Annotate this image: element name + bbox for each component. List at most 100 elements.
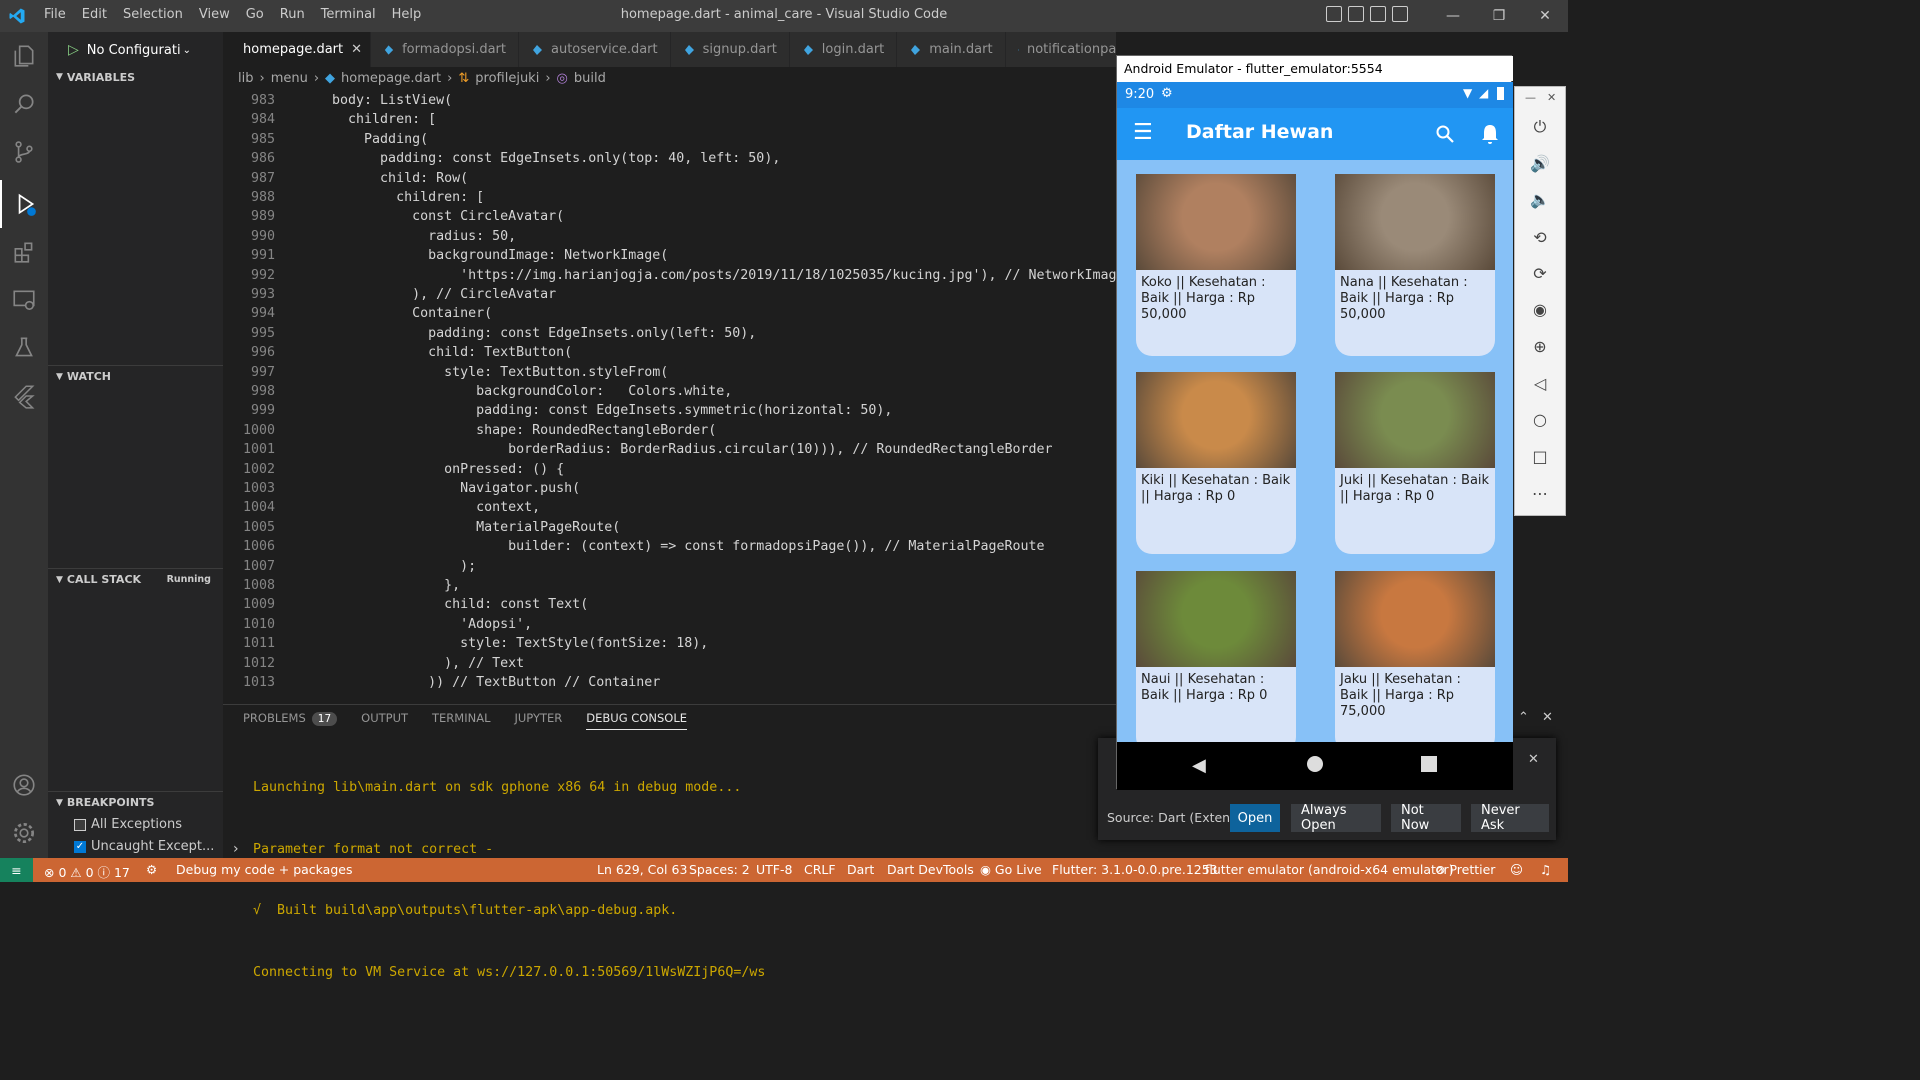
variables-section[interactable]: ▼ VARIABLES (48, 66, 223, 88)
debug-mode-status[interactable]: Debug my code + packages (176, 862, 352, 877)
flutter-icon[interactable] (0, 372, 48, 420)
search-icon[interactable] (1435, 124, 1455, 144)
maximize-panel-icon[interactable]: ⌃ (1518, 710, 1529, 725)
home-icon[interactable]: ○ (1528, 407, 1552, 431)
extensions-icon[interactable] (0, 228, 48, 276)
testing-icon[interactable] (0, 324, 48, 372)
camera-icon[interactable]: ◉ (1528, 297, 1552, 321)
go-live-button[interactable]: ◉ Go Live (980, 862, 1042, 877)
panel-tab-jupyter[interactable]: JUPYTER (515, 711, 563, 730)
rotate-right-icon[interactable]: ⟳ (1528, 261, 1552, 285)
back-icon[interactable]: ◀ (1192, 755, 1206, 776)
code-line[interactable]: 989 const CircleAvatar( (223, 209, 1116, 228)
close-notification-icon[interactable]: ✕ (1528, 752, 1539, 767)
toggle-secondary-sidebar-icon[interactable] (1370, 6, 1386, 22)
remote-indicator-icon[interactable]: ≡ (0, 858, 33, 882)
call-stack-section[interactable]: ▼ CALL STACK Running (48, 568, 223, 590)
code-line[interactable]: 992 'https://img.harianjogja.com/posts/2… (223, 268, 1116, 287)
animal-card[interactable]: Jaku || Kesehatan : Baik || Harga : Rp 7… (1335, 571, 1495, 753)
code-line[interactable]: 983 body: ListView( (223, 93, 1116, 112)
run-debug-icon[interactable] (0, 180, 48, 228)
not-now-button[interactable]: Not Now (1391, 803, 1461, 833)
settings-gear-icon[interactable] (0, 809, 48, 857)
menu-run[interactable]: Run (272, 7, 313, 22)
menu-file[interactable]: File (36, 7, 74, 22)
breadcrumb-lib[interactable]: lib (238, 71, 253, 86)
menu-view[interactable]: View (191, 7, 238, 22)
code-line[interactable]: 1011 style: TextStyle(fontSize: 18), (223, 636, 1116, 655)
cursor-position[interactable]: Ln 629, Col 63 (597, 862, 687, 877)
code-line[interactable]: 986 padding: const EdgeInsets.only(top: … (223, 151, 1116, 170)
device-status[interactable]: flutter emulator (android-x64 emulator) (1205, 862, 1454, 877)
close-icon[interactable]: ✕ (1547, 91, 1556, 104)
minimize-icon[interactable]: — (1525, 91, 1536, 104)
breadcrumb-file[interactable]: homepage.dart (341, 71, 441, 86)
tab-signup[interactable]: signup.dart (670, 32, 790, 67)
code-line[interactable]: 1010 'Adopsi', (223, 617, 1116, 636)
breakpoints-section[interactable]: ▼ BREAKPOINTS (48, 791, 223, 813)
toggle-sidebar-icon[interactable] (1326, 6, 1342, 22)
home-icon[interactable] (1307, 756, 1323, 772)
prettier-status[interactable]: ⊘ Prettier (1435, 862, 1495, 877)
power-icon[interactable]: ⏻ (1528, 115, 1552, 139)
tab-homepage[interactable]: homepage.dart ✕ (223, 32, 371, 67)
open-button[interactable]: Open (1230, 804, 1280, 832)
breadcrumb-method[interactable]: build (574, 71, 606, 86)
back-icon[interactable]: ◁ (1528, 371, 1552, 395)
menu-go[interactable]: Go (238, 7, 272, 22)
encoding-status[interactable]: UTF-8 (756, 862, 792, 877)
close-panel-icon[interactable]: ✕ (1542, 710, 1553, 725)
code-line[interactable]: 985 Padding( (223, 132, 1116, 151)
animal-card[interactable]: Naui || Kesehatan : Baik || Harga : Rp 0 (1136, 571, 1296, 753)
overview-icon[interactable]: □ (1528, 444, 1552, 468)
account-icon[interactable] (0, 761, 48, 809)
search-icon[interactable] (0, 80, 48, 128)
minimize-icon[interactable]: — (1430, 0, 1476, 32)
menu-selection[interactable]: Selection (115, 7, 191, 22)
phone-screen[interactable]: 9:20 ⚙ ▼ ◢ ☰ Daftar Hewan Koko || Keseha… (1117, 82, 1513, 790)
menu-help[interactable]: Help (384, 7, 430, 22)
notifications-bell-icon[interactable]: ♫ (1540, 862, 1551, 877)
close-tab-icon[interactable]: ✕ (351, 42, 362, 57)
checkbox-unchecked[interactable] (74, 818, 86, 831)
close-window-icon[interactable]: ✕ (1522, 0, 1568, 32)
tab-autoservice[interactable]: autoservice.dart (519, 32, 671, 67)
panel-tab-debug-console[interactable]: DEBUG CONSOLE (586, 711, 688, 730)
code-line[interactable]: 1003 Navigator.push( (223, 481, 1116, 500)
restore-icon[interactable]: ❐ (1476, 0, 1522, 32)
rotate-left-icon[interactable]: ⟲ (1528, 225, 1552, 249)
code-line[interactable]: 995 padding: const EdgeInsets.only(left:… (223, 326, 1116, 345)
code-line[interactable]: 999 padding: const EdgeInsets.symmetric(… (223, 403, 1116, 422)
never-ask-button[interactable]: Never Ask (1471, 803, 1549, 833)
code-line[interactable]: 1008 }, (223, 578, 1116, 597)
animal-card[interactable]: Koko || Kesehatan : Baik || Harga : Rp 5… (1136, 174, 1296, 356)
code-line[interactable]: 1012 ), // Text (223, 656, 1116, 675)
menu-edit[interactable]: Edit (74, 7, 115, 22)
animal-card[interactable]: Juki || Kesehatan : Baik || Harga : Rp 0 (1335, 372, 1495, 554)
flutter-version-status[interactable]: Flutter: 3.1.0-0.0.pre.1253 (1052, 862, 1218, 877)
code-line[interactable]: 991 backgroundImage: NetworkImage( (223, 248, 1116, 267)
animal-card[interactable]: Kiki || Kesehatan : Baik || Harga : Rp 0 (1136, 372, 1296, 554)
tab-main[interactable]: main.dart (897, 32, 1006, 67)
volume-down-icon[interactable]: 🔈 (1528, 187, 1552, 211)
start-debug-icon[interactable]: ▷ (68, 42, 79, 58)
problems-status[interactable]: ⊗ 0 ⚠ 0 ⓘ 17 (44, 862, 130, 881)
code-line[interactable]: 994 Container( (223, 306, 1116, 325)
breakpoint-uncaught-exceptions[interactable]: ✓ Uncaught Except... (74, 839, 214, 854)
panel-tab-terminal[interactable]: TERMINAL (432, 711, 490, 730)
volume-up-icon[interactable]: 🔊 (1528, 151, 1552, 175)
checkbox-checked[interactable]: ✓ (74, 840, 86, 853)
source-control-icon[interactable] (0, 128, 48, 176)
watch-section[interactable]: ▼ WATCH (48, 365, 223, 387)
hamburger-menu-icon[interactable]: ☰ (1133, 120, 1153, 145)
menu-terminal[interactable]: Terminal (313, 7, 384, 22)
panel-tab-problems[interactable]: PROBLEMS 17 (243, 711, 338, 730)
tab-formadopsi[interactable]: formadopsi.dart (371, 32, 519, 67)
code-line[interactable]: 1013 )) // TextButton // Container (223, 675, 1116, 694)
code-line[interactable]: 996 child: TextButton( (223, 345, 1116, 364)
breadcrumb-menu[interactable]: menu (271, 71, 308, 86)
code-line[interactable]: 998 backgroundColor: Colors.white, (223, 384, 1116, 403)
feedback-icon[interactable]: ☺ (1510, 862, 1523, 877)
code-line[interactable]: 1006 builder: (context) => const formado… (223, 539, 1116, 558)
code-line[interactable]: 988 children: [ (223, 190, 1116, 209)
